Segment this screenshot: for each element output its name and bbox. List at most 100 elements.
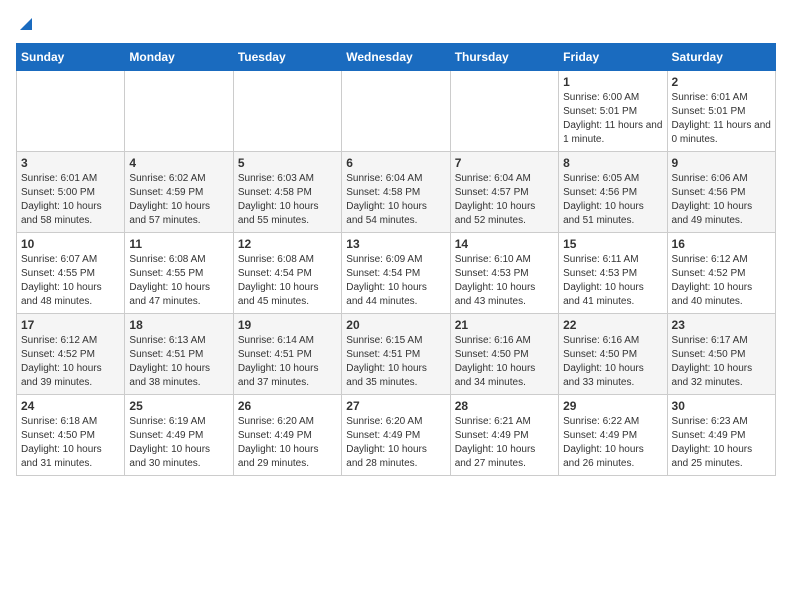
day-number: 6 (346, 156, 445, 170)
calendar-week-3: 10 Sunrise: 6:07 AMSunset: 4:55 PMDayligh… (17, 233, 776, 314)
day-number: 5 (238, 156, 337, 170)
day-detail: Sunrise: 6:09 AMSunset: 4:54 PMDaylight:… (346, 253, 445, 309)
day-detail: Sunrise: 6:10 AMSunset: 4:53 PMDaylight:… (455, 253, 554, 309)
calendar-cell: 8Sunrise: 6:05 AMSunset: 4:56 PMDaylight… (559, 152, 667, 233)
calendar-cell: 30 Sunrise: 6:23 AMSunset: 4:49 PMDayligh… (667, 395, 775, 476)
weekday-header-tuesday: Tuesday (233, 44, 341, 71)
calendar-cell: 2 Sunrise: 6:01 AMSunset: 5:01 PMDaylight… (667, 71, 775, 152)
day-number: 14 (455, 237, 554, 251)
calendar-cell: 17Sunrise: 6:12 AMSunset: 4:52 PMDayligh… (17, 314, 125, 395)
calendar-cell: 3 Sunrise: 6:01 AMSunset: 5:00 PMDaylight… (17, 152, 125, 233)
day-detail: Sunrise: 6:20 AMSunset: 4:49 PMDaylight:… (346, 415, 445, 471)
day-number: 24 (21, 399, 120, 413)
day-detail: Sunrise: 6:18 AMSunset: 4:50 PMDaylight:… (21, 415, 120, 471)
day-number: 20 (346, 318, 445, 332)
day-detail: Sunrise: 6:13 AMSunset: 4:51 PMDaylight:… (129, 334, 228, 390)
day-detail: Sunrise: 6:16 AMSunset: 4:50 PMDaylight:… (455, 334, 554, 390)
calendar-cell: 21 Sunrise: 6:16 AMSunset: 4:50 PMDayligh… (450, 314, 558, 395)
calendar-cell: 27Sunrise: 6:20 AMSunset: 4:49 PMDayligh… (342, 395, 450, 476)
day-number: 28 (455, 399, 554, 413)
calendar-week-4: 17Sunrise: 6:12 AMSunset: 4:52 PMDayligh… (17, 314, 776, 395)
day-detail: Sunrise: 6:12 AMSunset: 4:52 PMDaylight:… (672, 253, 771, 309)
calendar-cell: 26Sunrise: 6:20 AMSunset: 4:49 PMDayligh… (233, 395, 341, 476)
day-number: 3 (21, 156, 120, 170)
calendar-cell: 18Sunrise: 6:13 AMSunset: 4:51 PMDayligh… (125, 314, 233, 395)
day-detail: Sunrise: 6:17 AMSunset: 4:50 PMDaylight:… (672, 334, 771, 390)
calendar-cell: 5 Sunrise: 6:03 AMSunset: 4:58 PMDaylight… (233, 152, 341, 233)
day-number: 29 (563, 399, 662, 413)
day-number: 30 (672, 399, 771, 413)
day-number: 7 (455, 156, 554, 170)
day-detail: Sunrise: 6:21 AMSunset: 4:49 PMDaylight:… (455, 415, 554, 471)
calendar-cell: 29 Sunrise: 6:22 AMSunset: 4:49 PMDayligh… (559, 395, 667, 476)
day-detail: Sunrise: 6:00 AMSunset: 5:01 PMDaylight:… (563, 91, 662, 147)
weekday-header-friday: Friday (559, 44, 667, 71)
calendar-cell: 12 Sunrise: 6:08 AMSunset: 4:54 PMDayligh… (233, 233, 341, 314)
calendar-cell: 16 Sunrise: 6:12 AMSunset: 4:52 PMDayligh… (667, 233, 775, 314)
day-detail: Sunrise: 6:08 AMSunset: 4:55 PMDaylight:… (129, 253, 228, 309)
calendar-cell: 23 Sunrise: 6:17 AMSunset: 4:50 PMDayligh… (667, 314, 775, 395)
day-number: 11 (129, 237, 228, 251)
day-number: 15 (563, 237, 662, 251)
day-detail: Sunrise: 6:05 AMSunset: 4:56 PMDaylight:… (563, 172, 662, 228)
day-number: 12 (238, 237, 337, 251)
day-detail: Sunrise: 6:22 AMSunset: 4:49 PMDaylight:… (563, 415, 662, 471)
day-detail: Sunrise: 6:19 AMSunset: 4:49 PMDaylight:… (129, 415, 228, 471)
calendar-cell: 15Sunrise: 6:11 AMSunset: 4:53 PMDayligh… (559, 233, 667, 314)
day-number: 19 (238, 318, 337, 332)
calendar-cell: 20 Sunrise: 6:15 AMSunset: 4:51 PMDayligh… (342, 314, 450, 395)
calendar-cell (342, 71, 450, 152)
weekday-header-wednesday: Wednesday (342, 44, 450, 71)
day-detail: Sunrise: 6:01 AMSunset: 5:00 PMDaylight:… (21, 172, 120, 228)
day-number: 2 (672, 75, 771, 89)
day-detail: Sunrise: 6:07 AMSunset: 4:55 PMDaylight:… (21, 253, 120, 309)
day-detail: Sunrise: 6:06 AMSunset: 4:56 PMDaylight:… (672, 172, 771, 228)
day-number: 10 (21, 237, 120, 251)
calendar-cell: 28 Sunrise: 6:21 AMSunset: 4:49 PMDayligh… (450, 395, 558, 476)
day-detail: Sunrise: 6:15 AMSunset: 4:51 PMDaylight:… (346, 334, 445, 390)
day-number: 22 (563, 318, 662, 332)
day-number: 1 (563, 75, 662, 89)
day-number: 9 (672, 156, 771, 170)
calendar-table: SundayMondayTuesdayWednesdayThursdayFrid… (16, 43, 776, 476)
day-detail: Sunrise: 6:03 AMSunset: 4:58 PMDaylight:… (238, 172, 337, 228)
day-number: 13 (346, 237, 445, 251)
calendar-cell: 11 Sunrise: 6:08 AMSunset: 4:55 PMDayligh… (125, 233, 233, 314)
calendar-cell (125, 71, 233, 152)
calendar-cell: 10 Sunrise: 6:07 AMSunset: 4:55 PMDayligh… (17, 233, 125, 314)
day-number: 16 (672, 237, 771, 251)
calendar-cell: 14 Sunrise: 6:10 AMSunset: 4:53 PMDayligh… (450, 233, 558, 314)
day-detail: Sunrise: 6:04 AMSunset: 4:58 PMDaylight:… (346, 172, 445, 228)
calendar-cell: 6 Sunrise: 6:04 AMSunset: 4:58 PMDaylight… (342, 152, 450, 233)
weekday-header-row: SundayMondayTuesdayWednesdayThursdayFrid… (17, 44, 776, 71)
logo (16, 16, 32, 35)
calendar-cell: 9 Sunrise: 6:06 AMSunset: 4:56 PMDaylight… (667, 152, 775, 233)
day-detail: Sunrise: 6:04 AMSunset: 4:57 PMDaylight:… (455, 172, 554, 228)
day-detail: Sunrise: 6:20 AMSunset: 4:49 PMDaylight:… (238, 415, 337, 471)
day-detail: Sunrise: 6:16 AMSunset: 4:50 PMDaylight:… (563, 334, 662, 390)
logo-icon (18, 16, 32, 30)
day-detail: Sunrise: 6:23 AMSunset: 4:49 PMDaylight:… (672, 415, 771, 471)
calendar-week-2: 3 Sunrise: 6:01 AMSunset: 5:00 PMDaylight… (17, 152, 776, 233)
day-detail: Sunrise: 6:08 AMSunset: 4:54 PMDaylight:… (238, 253, 337, 309)
calendar-cell: 22 Sunrise: 6:16 AMSunset: 4:50 PMDayligh… (559, 314, 667, 395)
calendar-week-5: 24 Sunrise: 6:18 AMSunset: 4:50 PMDayligh… (17, 395, 776, 476)
calendar-cell (17, 71, 125, 152)
day-number: 23 (672, 318, 771, 332)
calendar-cell: 25 Sunrise: 6:19 AMSunset: 4:49 PMDayligh… (125, 395, 233, 476)
day-number: 4 (129, 156, 228, 170)
day-detail: Sunrise: 6:14 AMSunset: 4:51 PMDaylight:… (238, 334, 337, 390)
page-header (16, 16, 776, 35)
calendar-cell: 13 Sunrise: 6:09 AMSunset: 4:54 PMDayligh… (342, 233, 450, 314)
calendar-cell: 7 Sunrise: 6:04 AMSunset: 4:57 PMDaylight… (450, 152, 558, 233)
weekday-header-sunday: Sunday (17, 44, 125, 71)
day-number: 25 (129, 399, 228, 413)
calendar-cell: 4Sunrise: 6:02 AMSunset: 4:59 PMDaylight… (125, 152, 233, 233)
day-number: 17 (21, 318, 120, 332)
day-detail: Sunrise: 6:01 AMSunset: 5:01 PMDaylight:… (672, 91, 771, 147)
calendar-cell: 19 Sunrise: 6:14 AMSunset: 4:51 PMDayligh… (233, 314, 341, 395)
weekday-header-thursday: Thursday (450, 44, 558, 71)
day-number: 21 (455, 318, 554, 332)
calendar-week-1: 1 Sunrise: 6:00 AMSunset: 5:01 PMDaylight… (17, 71, 776, 152)
calendar-cell (233, 71, 341, 152)
